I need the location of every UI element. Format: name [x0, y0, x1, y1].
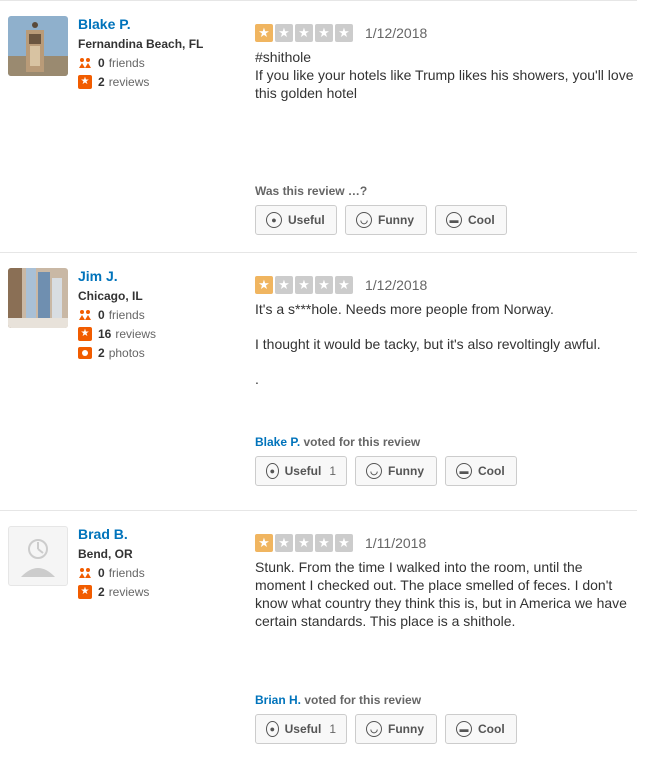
star-icon: ★ [255, 534, 273, 552]
star-icon: ★ [335, 276, 353, 294]
camera-icon [78, 347, 92, 359]
review-star-icon: ★ [78, 585, 92, 599]
star-icon: ★ [315, 24, 333, 42]
friends-icon [78, 56, 92, 70]
lightbulb-icon: ● [266, 463, 279, 479]
reviews-count: ★ 2 reviews [78, 75, 149, 89]
smile-icon: ◡ [366, 463, 382, 479]
sunglasses-icon: ▬ [446, 212, 462, 228]
friends-count: 0 friends [78, 308, 145, 322]
star-icon: ★ [275, 24, 293, 42]
voter-link[interactable]: Brian H. [255, 693, 301, 707]
useful-button[interactable]: ● Useful [255, 205, 337, 235]
useful-button[interactable]: ● Useful 1 [255, 714, 347, 744]
user-location: Chicago, IL [78, 289, 143, 303]
review-date: 1/12/2018 [365, 25, 428, 41]
cool-button[interactable]: ▬ Cool [445, 456, 517, 486]
friends-count: 0 friends [78, 566, 145, 580]
photos-count: 2 photos [78, 346, 145, 360]
lightbulb-icon: ● [266, 212, 282, 228]
star-icon: ★ [335, 534, 353, 552]
review-card: Brad B. Bend, OR 0 friends ★ 2 reviews ★ ★… [0, 510, 637, 762]
smile-icon: ◡ [356, 212, 372, 228]
user-name-link[interactable]: Jim J. [78, 268, 118, 284]
vote-buttons: ● Useful ◡ Funny ▬ Cool [255, 205, 507, 235]
user-name-link[interactable]: Brad B. [78, 526, 128, 542]
rating-stars: ★ ★ ★ ★ ★ [255, 276, 353, 294]
friends-count: 0 friends [78, 56, 145, 70]
user-avatar[interactable] [8, 16, 68, 76]
funny-button[interactable]: ◡ Funny [345, 205, 427, 235]
cool-button[interactable]: ▬ Cool [435, 205, 507, 235]
review-star-icon: ★ [78, 327, 92, 341]
star-icon: ★ [295, 24, 313, 42]
voter-link[interactable]: Blake P. [255, 435, 300, 449]
review-date: 1/12/2018 [365, 277, 428, 293]
star-icon: ★ [255, 276, 273, 294]
review-text: Stunk. From the time I walked into the r… [255, 559, 627, 629]
reviews-count: ★ 16 reviews [78, 327, 156, 341]
vote-buttons: ● Useful 1 ◡ Funny ▬ Cool [255, 456, 517, 486]
rating-stars: ★ ★ ★ ★ ★ [255, 24, 353, 42]
user-location: Bend, OR [78, 547, 133, 561]
vote-buttons: ● Useful 1 ◡ Funny ▬ Cool [255, 714, 517, 744]
smile-icon: ◡ [366, 721, 382, 737]
star-icon: ★ [315, 276, 333, 294]
review-card: Blake P. Fernandina Beach, FL 0 friends ★… [0, 0, 637, 252]
lightbulb-icon: ● [266, 721, 279, 737]
review-star-icon: ★ [78, 75, 92, 89]
vote-prompt: Brian H. voted for this review [255, 693, 422, 707]
star-icon: ★ [295, 534, 313, 552]
star-icon: ★ [275, 276, 293, 294]
friends-icon [78, 308, 92, 322]
star-icon: ★ [295, 276, 313, 294]
user-avatar[interactable] [8, 526, 68, 586]
vote-prompt: Was this review …? [255, 184, 368, 198]
star-icon: ★ [335, 24, 353, 42]
review-text: It's a s***hole. Needs more people from … [255, 301, 601, 387]
review-text: #shithole If you like your hotels like T… [255, 49, 634, 101]
user-name-link[interactable]: Blake P. [78, 16, 131, 32]
cool-button[interactable]: ▬ Cool [445, 714, 517, 744]
review-card: Jim J. Chicago, IL 0 friends ★ 16 reviews … [0, 252, 637, 510]
star-icon: ★ [315, 534, 333, 552]
vote-prompt: Blake P. voted for this review [255, 435, 421, 449]
rating-stars: ★ ★ ★ ★ ★ [255, 534, 353, 552]
star-icon: ★ [255, 24, 273, 42]
useful-count: 1 [329, 464, 336, 478]
reviews-count: ★ 2 reviews [78, 585, 149, 599]
useful-button[interactable]: ● Useful 1 [255, 456, 347, 486]
funny-button[interactable]: ◡ Funny [355, 714, 437, 744]
useful-count: 1 [329, 722, 336, 736]
sunglasses-icon: ▬ [456, 463, 472, 479]
funny-button[interactable]: ◡ Funny [355, 456, 437, 486]
review-date: 1/11/2018 [365, 535, 427, 551]
star-icon: ★ [275, 534, 293, 552]
friends-icon [78, 566, 92, 580]
user-location: Fernandina Beach, FL [78, 37, 204, 51]
sunglasses-icon: ▬ [456, 721, 472, 737]
user-avatar[interactable] [8, 268, 68, 328]
